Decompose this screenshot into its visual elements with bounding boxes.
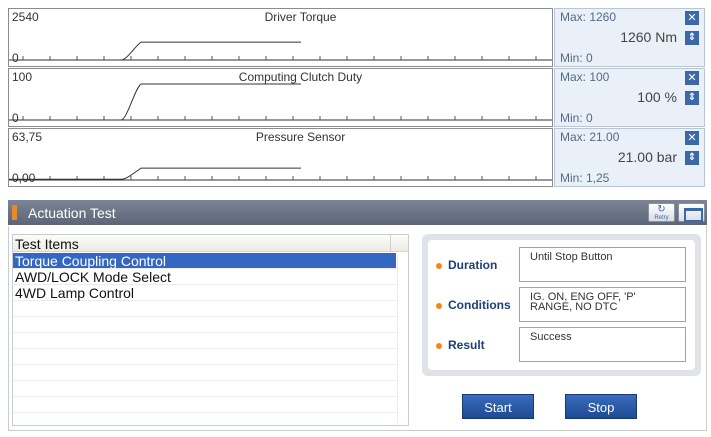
list-header: Test Items: [13, 235, 408, 252]
list-header-label: Test Items: [15, 236, 79, 252]
graphs-panel: 2540 0 Driver Torque Max: 1260 1260 Nm M…: [0, 0, 711, 192]
stop-button[interactable]: Stop: [565, 394, 637, 419]
bullet-icon: [436, 263, 442, 269]
window-icon[interactable]: [678, 203, 705, 222]
conditions-item: Conditions IG. ON, ENG OFF, 'P' RANGE, N…: [436, 287, 696, 323]
list-item-empty: [13, 317, 396, 333]
current-value: 21.00 bar: [617, 149, 677, 165]
current-value: 1260 Nm: [620, 29, 677, 45]
duration-label: Duration: [448, 258, 498, 272]
panel-title: Actuation Test: [28, 205, 116, 221]
close-icon[interactable]: ✕: [685, 11, 699, 25]
test-info-box: Duration Until Stop Button Conditions IG…: [422, 234, 701, 376]
actuation-test-body: Test Items Torque Coupling Control AWD/L…: [8, 226, 707, 431]
list-item-empty: [13, 381, 396, 397]
bullet-icon: [436, 303, 442, 309]
duration-item: Duration Until Stop Button: [436, 247, 696, 283]
graph-title: Computing Clutch Duty: [238, 70, 363, 84]
header-divider: [390, 235, 391, 252]
list-item-empty: [13, 349, 396, 365]
graph-clutch-duty: 100 0 Computing Clutch Duty Max: 100 100…: [0, 68, 711, 127]
test-items-list: Test Items Torque Coupling Control AWD/L…: [12, 234, 409, 426]
graph-pressure-sensor: 63,75 0,00 Pressure Sensor Max: 21.00 21…: [0, 128, 711, 187]
list-item-label: Torque Coupling Control: [15, 253, 166, 269]
list-item-label: AWD/LOCK Mode Select: [15, 269, 171, 285]
side-max-label: Max: 100: [560, 70, 610, 84]
refresh-icon: ↻: [657, 204, 666, 215]
conditions-value: IG. ON, ENG OFF, 'P' RANGE, NO DTC: [519, 287, 686, 322]
graph-side-panel: Max: 1260 1260 Nm Min: 0 ✕ ⇕: [554, 8, 705, 67]
test-info-inner: Duration Until Stop Button Conditions IG…: [428, 240, 695, 370]
trace-line: [9, 83, 301, 121]
start-button[interactable]: Start: [462, 394, 534, 419]
graph-side-panel: Max: 21.00 21.00 bar Min: 1,25 ✕ ⇕: [554, 128, 705, 187]
graph-min-label: 0: [12, 51, 19, 65]
graph-title: Driver Torque: [264, 10, 337, 24]
side-min-label: Min: 0: [560, 51, 593, 65]
list-item-awd-lock[interactable]: AWD/LOCK Mode Select: [13, 269, 396, 285]
conditions-label: Conditions: [448, 298, 511, 312]
side-max-label: Max: 1260: [560, 10, 617, 24]
side-min-label: Min: 1,25: [560, 171, 610, 185]
list-item-empty: [13, 301, 396, 317]
result-label: Result: [448, 338, 485, 352]
graph-driver-torque: 2540 0 Driver Torque Max: 1260 1260 Nm M…: [0, 8, 711, 67]
up-down-arrow-icon[interactable]: ⇕: [685, 151, 699, 165]
result-item: Result Success: [436, 327, 696, 363]
side-max-label: Max: 21.00: [560, 130, 620, 144]
list-item-label: 4WD Lamp Control: [15, 285, 135, 301]
close-icon[interactable]: ✕: [685, 131, 699, 145]
graph-plot: 100 0 Computing Clutch Duty: [8, 68, 553, 127]
column-divider: [397, 253, 398, 425]
result-value: Success: [519, 327, 686, 362]
side-min-label: Min: 0: [560, 111, 593, 125]
list-item-4wd-lamp[interactable]: 4WD Lamp Control: [13, 285, 396, 301]
up-down-arrow-icon[interactable]: ⇕: [685, 91, 699, 105]
list-item-empty: [13, 333, 396, 349]
retry-label: Retry: [654, 215, 669, 221]
up-down-arrow-icon[interactable]: ⇕: [685, 31, 699, 45]
bullet-icon: [436, 343, 442, 349]
actuation-test-header: Actuation Test ↻ Retry: [8, 200, 707, 225]
graph-plot: 63,75 0,00 Pressure Sensor: [8, 128, 553, 187]
graph-min-label: 0,00: [12, 171, 36, 185]
list-item-torque-coupling[interactable]: Torque Coupling Control: [13, 253, 396, 269]
duration-value: Until Stop Button: [519, 247, 686, 282]
trace-line: [9, 167, 301, 180]
graph-plot: 2540 0 Driver Torque: [8, 8, 553, 67]
close-icon[interactable]: ✕: [685, 71, 699, 85]
header-accent: [12, 205, 17, 220]
list-item-empty: [13, 397, 396, 413]
list-item-empty: [13, 365, 396, 381]
retry-button[interactable]: ↻ Retry: [648, 203, 675, 222]
graph-min-label: 0: [12, 111, 19, 125]
graph-side-panel: Max: 100 100 % Min: 0 ✕ ⇕: [554, 68, 705, 127]
current-value: 100 %: [637, 89, 677, 105]
graph-title: Pressure Sensor: [255, 130, 346, 144]
trace-line: [9, 41, 301, 61]
